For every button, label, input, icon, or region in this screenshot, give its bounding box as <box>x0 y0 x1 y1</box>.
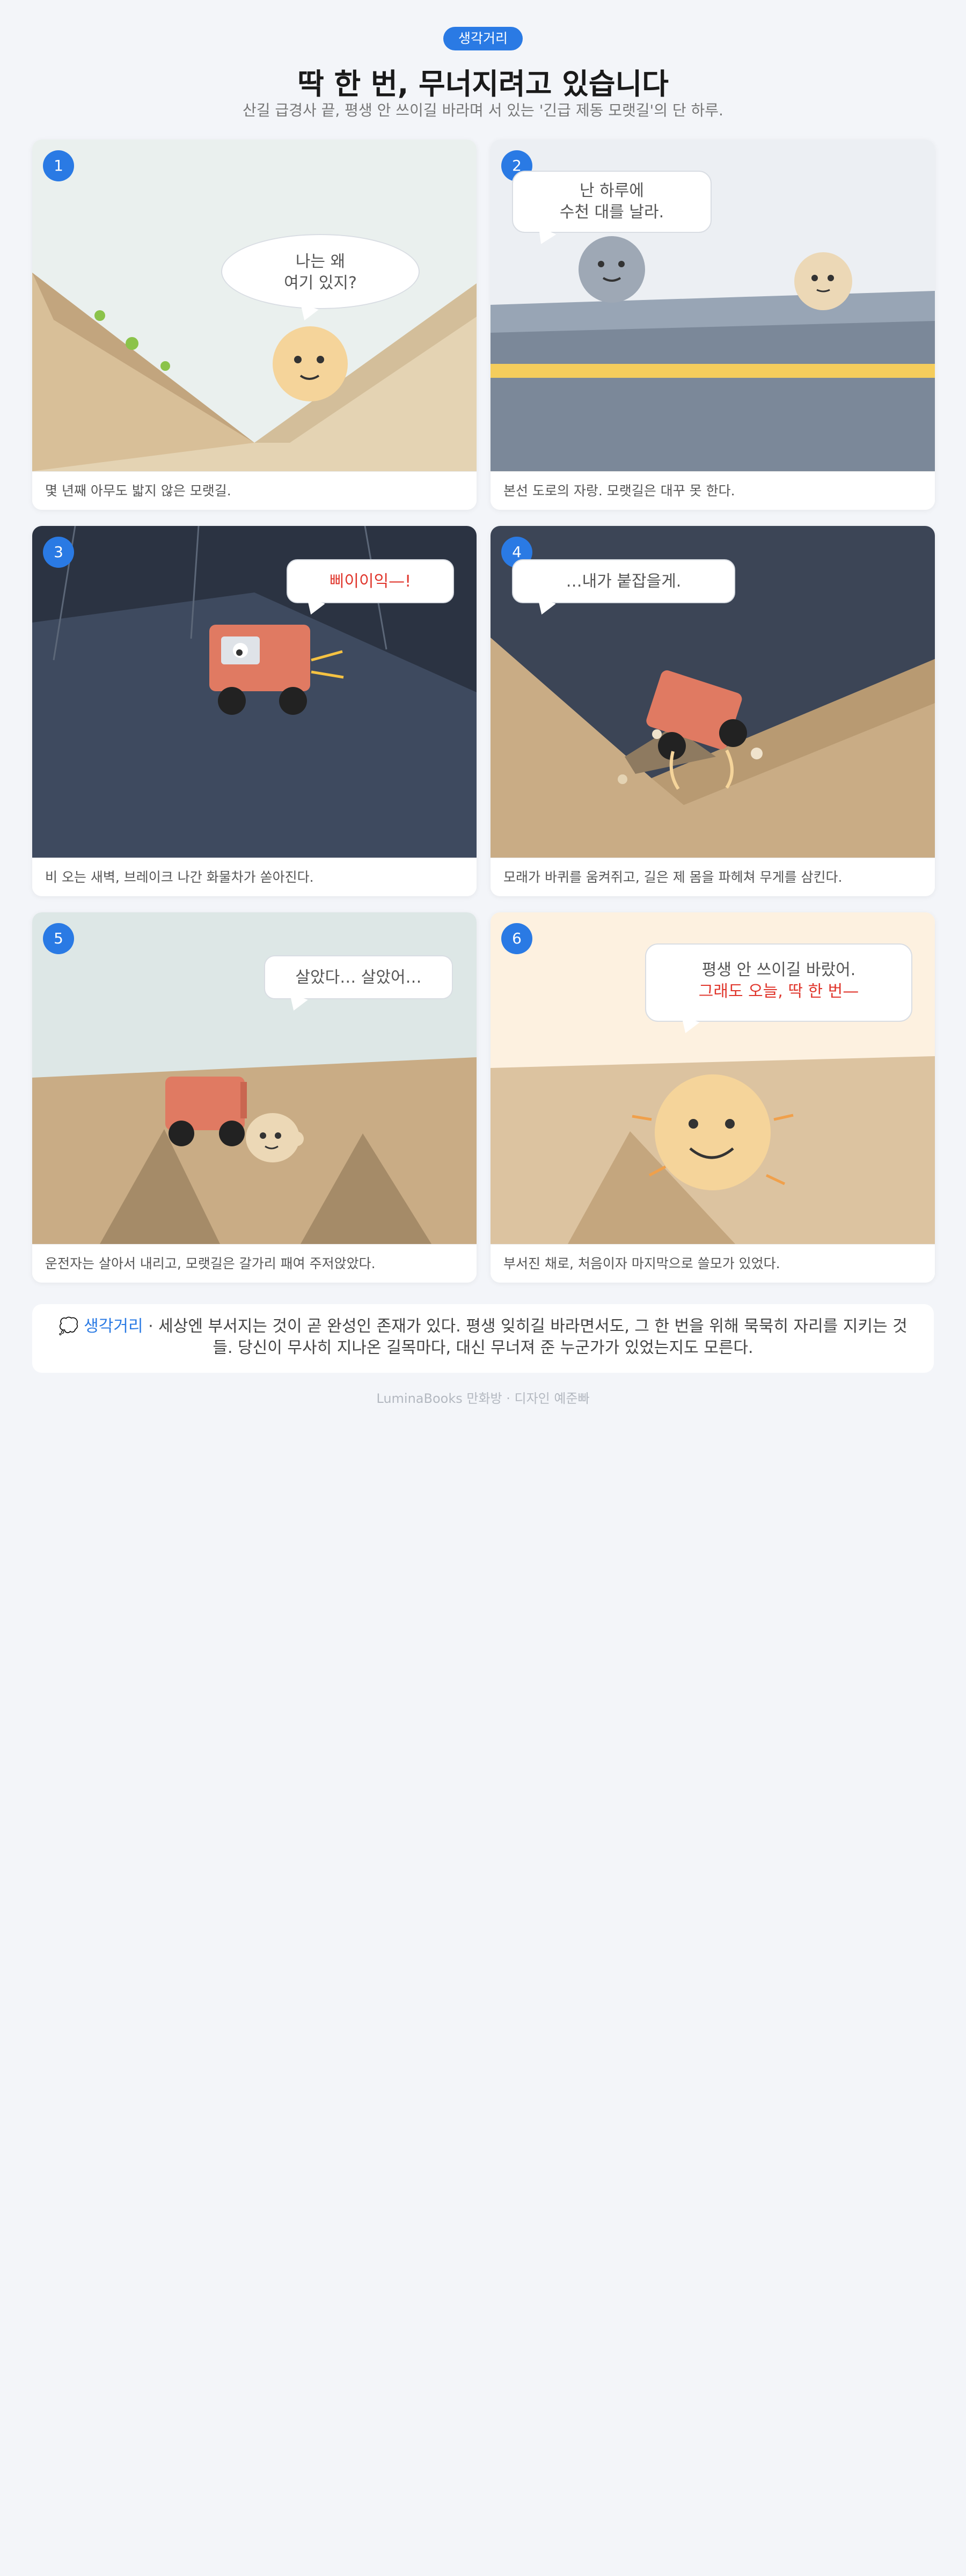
bubble-line: 삐이이익—! <box>329 572 412 591</box>
comic-panel-3: 3 삐이이익—! 비 오는 새벽, 브레이크 나간 화물차가 쏟아진다. <box>32 526 477 896</box>
note-tag: 생각거리 <box>84 1317 143 1336</box>
speech-bubble-icon: 💭 <box>58 1317 79 1336</box>
comic-panel-5: 5 살았다… 살았어… 운전자는 살아서 내리고, 모랫길은 갈가리 패여 주저… <box>32 912 477 1283</box>
bubble-line: …내가 붙잡을게. <box>566 572 682 591</box>
panel-caption: 운전자는 살아서 내리고, 모랫길은 갈가리 패여 주저앉았다. <box>32 1244 477 1283</box>
comic-panel-6: 6 평생 안 쓰이길 바랐어. 그래도 오늘, 딱 한 번— 부서진 채로, 처… <box>491 912 935 1283</box>
bubble-line: 나는 왜 <box>295 252 346 271</box>
note-text: 세상엔 부서지는 것이 곧 완성인 존재가 있다. 평생 잊히길 바라면서도, … <box>158 1317 908 1357</box>
sand-character-face <box>273 326 348 401</box>
panel-number: 3 <box>43 537 74 568</box>
footer-credit: LuminaBooks 만화방 · 디자인 예준빠 <box>376 1391 590 1406</box>
road-character-face <box>579 236 645 303</box>
bubble-line: 살았다… 살았어… <box>295 968 422 987</box>
comic-panel-4: 4 …내가 붙잡을게. 모래가 바퀴를 움켜쥐고, 길은 제 몸을 파헤쳐 무게… <box>491 526 935 896</box>
speech-bubble: 난 하루에 수천 대를 날라. <box>512 171 712 248</box>
panel-caption: 본선 도로의 자랑. 모랫길은 대꾸 못 한다. <box>491 471 935 510</box>
mountain-slope-scene <box>32 140 477 471</box>
speech-bubble: 살았다… 살았어… <box>264 955 453 1014</box>
bubble-line: 수천 대를 날라. <box>559 203 664 222</box>
note-separator: · <box>143 1317 159 1336</box>
page-subtitle: 산길 급경사 끝, 평생 안 쓰이길 바라며 서 있는 '긴급 제동 모랫길'의… <box>243 101 723 119</box>
panel-caption: 몇 년째 아무도 밟지 않은 모랫길. <box>32 471 477 510</box>
bubble-line: 평생 안 쓰이길 바랐어. <box>701 961 856 979</box>
bubble-line: 난 하루에 <box>580 181 644 200</box>
category-badge: 생각거리 <box>443 27 523 50</box>
panel-number: 1 <box>43 150 74 181</box>
comic-panel-2: 2 난 하루에 수천 대를 날라. 본선 도로의 자랑. 모랫길은 대꾸 못 한… <box>491 140 935 510</box>
speech-bubble: 나는 왜 여기 있지? <box>221 234 420 324</box>
bubble-line: 여기 있지? <box>284 274 357 292</box>
panel-number: 5 <box>43 923 74 954</box>
page-title: 딱 한 번, 무너지려고 있습니다 <box>297 67 669 101</box>
sand-character-face <box>794 252 852 310</box>
panel-caption: 부서진 채로, 처음이자 마지막으로 쓸모가 있었다. <box>491 1244 935 1283</box>
speech-bubble: 삐이이익—! <box>287 559 454 618</box>
panel-number: 6 <box>501 923 532 954</box>
panel-caption: 모래가 바퀴를 움켜쥐고, 길은 제 몸을 파헤쳐 무게를 삼킨다. <box>491 858 935 896</box>
reflection-note: 💭 생각거리 · 세상엔 부서지는 것이 곧 완성인 존재가 있다. 평생 잊히… <box>32 1304 934 1373</box>
comic-panel-1: 1 나는 왜 여기 있지? 몇 년째 아무도 밟지 않은 모랫길. <box>32 140 477 510</box>
speech-bubble: …내가 붙잡을게. <box>512 559 735 618</box>
panel-caption: 비 오는 새벽, 브레이크 나간 화물차가 쏟아진다. <box>32 858 477 896</box>
speech-bubble: 평생 안 쓰이길 바랐어. 그래도 오늘, 딱 한 번— <box>645 943 912 1037</box>
bubble-line-highlight: 그래도 오늘, 딱 한 번— <box>698 982 859 1001</box>
